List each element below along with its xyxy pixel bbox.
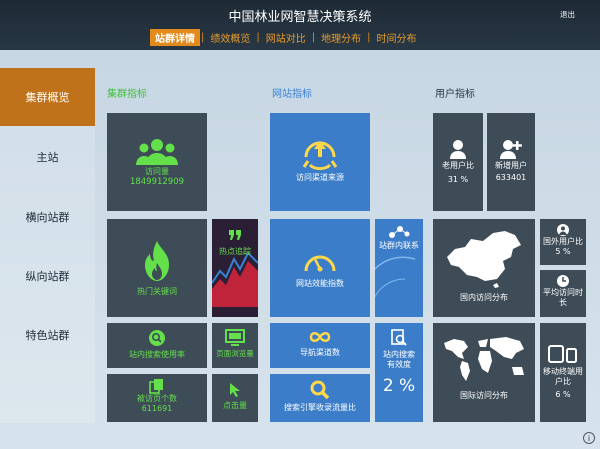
info-icon[interactable]: i — [583, 432, 595, 444]
tile-search-effect[interactable]: 站内搜索有效度 2 % — [375, 323, 423, 422]
site-efficiency-label: 网站效能指数 — [296, 279, 344, 288]
sidebar-item-vertical[interactable]: 纵向站群 — [0, 247, 95, 305]
pages-count-value: 611691 — [141, 404, 173, 414]
nav-tabs: 站群详情 | 绩效概览 | 网站对比 | 地理分布 | 时间分布 — [150, 28, 422, 46]
search-engine-label: 搜索引擎收录流量比 — [284, 403, 356, 412]
tile-hot-keywords[interactable]: 热门关键词 — [107, 219, 207, 317]
cursor-icon — [230, 383, 240, 397]
tab-geo-distribution[interactable]: 地理分布 — [316, 29, 366, 46]
avg-time-label: 平均访问时长 — [543, 288, 583, 308]
tile-pages-count[interactable]: 被访页个数 611691 — [107, 374, 207, 422]
clicks-label: 点击量 — [223, 401, 247, 410]
old-users-label: 老用户比 — [442, 161, 474, 170]
tile-visits[interactable]: 访问量 1849912909 — [107, 113, 207, 211]
tile-nav-channel[interactable]: 导航渠道数 — [270, 323, 370, 368]
section-title-user: 用户指标 — [435, 89, 475, 100]
tab-cluster-detail[interactable]: 站群详情 — [150, 28, 200, 46]
tile-new-users[interactable]: 新增用户 633401 — [487, 113, 535, 211]
visits-value: 1849912909 — [129, 177, 185, 188]
quote-icon — [229, 230, 241, 240]
tile-search-engine[interactable]: 搜索引擎收录流量比 — [270, 374, 370, 422]
visits-label: 访问量 — [145, 167, 169, 176]
search-effect-label: 站内搜索有效度 — [383, 350, 415, 370]
section-title-site: 网站指标 — [272, 89, 312, 100]
site-link-label: 站群内联系 — [379, 241, 419, 250]
mobile-users-value: 6 % — [555, 389, 571, 399]
tile-mobile-users[interactable]: 移动终端用户比 6 % — [540, 323, 586, 422]
tile-site-efficiency[interactable]: 网站效能指数 — [270, 219, 370, 317]
foreign-users-label: 国外用户比 — [543, 237, 583, 246]
channel-source-label: 访问渠道来源 — [296, 173, 344, 182]
search-icon — [149, 330, 165, 346]
new-users-value: 633401 — [495, 173, 527, 183]
search-doc-icon — [391, 329, 407, 346]
infinity-icon — [309, 332, 331, 342]
app-title: 中国林业网智慧决策系统 — [228, 10, 372, 25]
user-icon — [450, 140, 466, 159]
foreign-users-value: 5 % — [555, 247, 571, 257]
page-stay-label: 页面浏览量 — [216, 349, 254, 358]
old-users-value: 31 % — [447, 175, 469, 185]
tab-time-distribution[interactable]: 时间分布 — [372, 29, 422, 46]
tile-domestic-distribution[interactable]: 国内访问分布 — [433, 219, 535, 317]
domestic-distribution-label: 国内访问分布 — [460, 293, 508, 302]
pages-count-label: 被访页个数 — [137, 394, 177, 403]
sidebar: 集群概览 主站 横向站群 纵向站群 特色站群 — [0, 68, 95, 423]
add-user-icon — [500, 140, 522, 159]
gauge-icon — [304, 255, 336, 272]
tile-foreign-users[interactable]: 国外用户比 5 % — [540, 219, 586, 265]
tile-site-link[interactable]: 站群内联系 — [375, 219, 423, 317]
world-map-icon — [444, 337, 524, 381]
search-effect-value: 2 % — [382, 375, 416, 396]
network-icon — [389, 226, 410, 238]
clock-icon — [557, 275, 569, 287]
international-distribution-label: 国际访问分布 — [460, 391, 508, 400]
exit-button[interactable]: 退出 — [560, 9, 575, 20]
sidebar-item-main-site[interactable]: 主站 — [0, 128, 95, 186]
channel-source-icon — [302, 141, 338, 171]
tab-performance[interactable]: 绩效概览 — [205, 29, 255, 46]
new-users-label: 新增用户 — [495, 161, 527, 170]
hot-tracking-label: 热点追踪 — [219, 247, 251, 256]
sidebar-item-overview[interactable]: 集群概览 — [0, 68, 95, 126]
tile-channel-source[interactable]: 访问渠道来源 — [270, 113, 370, 211]
documents-icon — [149, 379, 163, 394]
sidebar-item-featured[interactable]: 特色站群 — [0, 306, 95, 364]
tile-hot-tracking[interactable]: 热点追踪 — [212, 219, 258, 317]
china-map-icon — [447, 231, 521, 288]
mobile-users-label: 移动终端用户比 — [543, 367, 583, 387]
flame-icon — [145, 241, 169, 281]
sidebar-item-horizontal[interactable]: 横向站群 — [0, 188, 95, 246]
mobile-devices-icon — [548, 345, 577, 363]
tile-avg-time[interactable]: 平均访问时长 — [540, 270, 586, 317]
tab-site-compare[interactable]: 网站对比 — [261, 29, 311, 46]
tile-page-stay[interactable]: 页面浏览量 — [212, 323, 258, 368]
tile-international-distribution[interactable]: 国际访问分布 — [433, 323, 535, 422]
tile-search-rate[interactable]: 站内搜索使用率 — [107, 323, 207, 368]
globe-user-icon — [557, 224, 569, 236]
tile-old-users[interactable]: 老用户比 31 % — [433, 113, 483, 211]
section-title-cluster: 集群指标 — [107, 89, 147, 100]
magnifier-icon — [310, 380, 330, 400]
monitor-icon — [225, 329, 245, 346]
tile-clicks[interactable]: 点击量 — [212, 374, 258, 422]
nav-channel-label: 导航渠道数 — [300, 348, 340, 357]
users-group-icon — [136, 139, 178, 165]
hot-keywords-label: 热门关键词 — [137, 287, 177, 296]
search-rate-label: 站内搜索使用率 — [129, 350, 185, 359]
